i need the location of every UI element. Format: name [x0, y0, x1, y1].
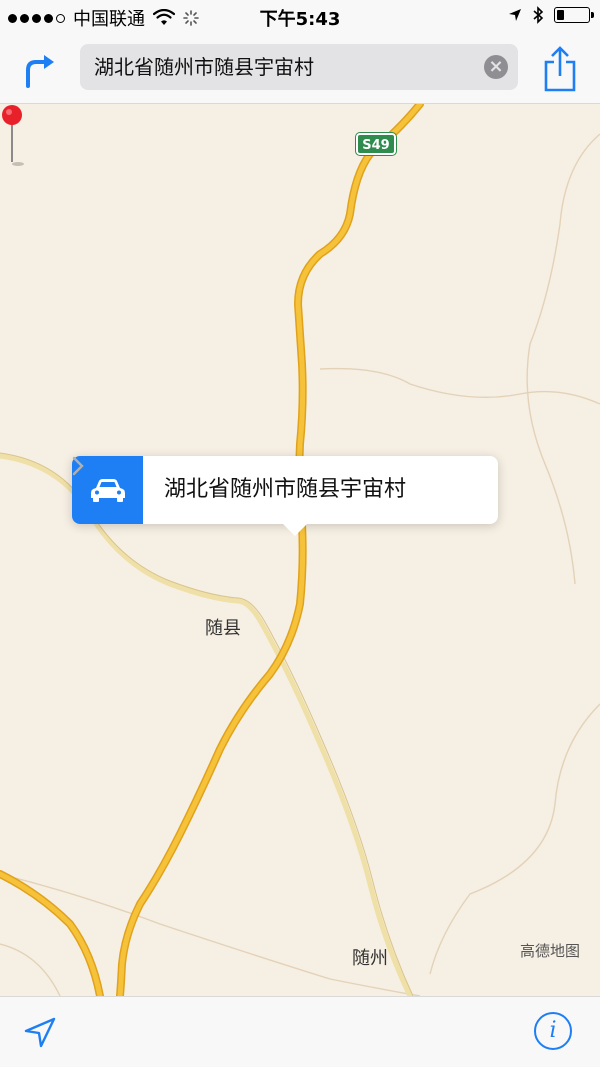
battery-level [557, 10, 564, 20]
directions-button[interactable] [18, 48, 62, 92]
search-field-text: 湖北省随州市随县宇宙村 [94, 55, 314, 79]
map-label-suizhou[interactable]: 随州 [352, 944, 388, 970]
map-roads [0, 104, 600, 996]
boundary-line [429, 703, 600, 975]
highway-road [117, 104, 423, 996]
map-view[interactable]: S49 随县 随州 高德地图 湖北省随州市随县宇宙村 [0, 104, 600, 996]
maps-screen: 中国联通 下午5:43 湖北省随州市随县宇宙村 × S49 随县 随州 高德地图… [0, 0, 600, 1067]
location-services-icon [509, 9, 521, 21]
directions-arrow-icon [26, 55, 54, 88]
chevron-right-icon[interactable] [72, 456, 84, 476]
battery-icon [554, 7, 594, 23]
location-callout[interactable]: 湖北省随州市随县宇宙村 [72, 456, 498, 536]
clear-search-button[interactable]: × [484, 55, 508, 79]
map-pin-icon[interactable] [0, 104, 24, 166]
bluetooth-icon [533, 6, 544, 24]
nav-bar: 湖北省随州市随县宇宙村 × [0, 34, 600, 104]
route-shield-s49[interactable]: S49 [355, 132, 397, 156]
info-button[interactable]: i [534, 1012, 572, 1050]
share-button[interactable] [540, 44, 580, 94]
car-icon [91, 479, 125, 502]
callout-title[interactable]: 湖北省随州市随县宇宙村 [164, 456, 406, 524]
share-icon [544, 46, 576, 92]
bottom-toolbar: i [0, 996, 600, 1067]
info-icon: i [549, 1018, 557, 1043]
status-bar: 中国联通 下午5:43 [0, 0, 600, 34]
status-right [508, 6, 594, 24]
search-field[interactable]: 湖北省随州市随县宇宙村 × [80, 44, 518, 90]
boundary-line [526, 133, 600, 585]
boundary-line [0, 873, 421, 996]
location-arrow-icon [24, 1017, 56, 1048]
boundary-line [319, 367, 600, 405]
boundary-line [0, 943, 61, 996]
map-label-suixian[interactable]: 随县 [205, 614, 241, 640]
map-attribution[interactable]: 高德地图 [520, 940, 580, 961]
current-location-button[interactable] [22, 1015, 58, 1051]
